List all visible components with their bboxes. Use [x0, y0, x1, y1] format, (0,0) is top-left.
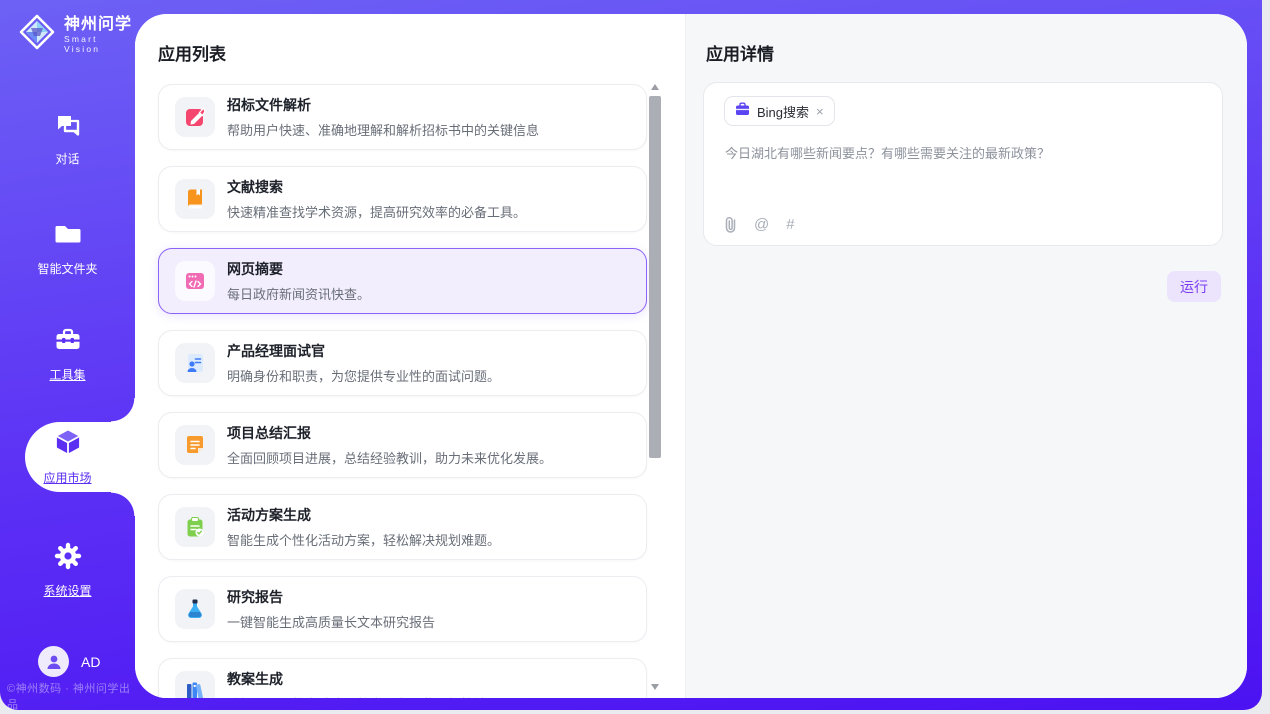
app-name: 教案生成 — [227, 669, 487, 689]
app-card-event-plan[interactable]: 活动方案生成 智能生成个性化活动方案，轻松解决规划难题。 — [158, 494, 647, 560]
prompt-toolbar: @ # — [724, 216, 795, 233]
app-card-literature-search[interactable]: 文献搜索 快速精准查找学术资源，提高研究效率的必备工具。 — [158, 166, 647, 232]
app-description: 全面回顾项目进展，总结经验教训，助力未来优化发展。 — [227, 448, 552, 467]
sidebar-item-label: 智能文件夹 — [37, 260, 97, 277]
tool-tag-bing-search[interactable]: Bing搜索 × — [724, 96, 835, 126]
app-detail-pane: 应用详情 Bing搜索 × 今日湖北有哪些新闻要点？有哪些需要关注的最新政策？ — [685, 14, 1247, 698]
app-list-scrollbar[interactable] — [649, 82, 662, 694]
attachment-icon[interactable] — [724, 216, 737, 233]
hash-icon[interactable]: # — [786, 216, 794, 233]
sidebar-item-label: 系统设置 — [43, 582, 91, 599]
briefcase-icon — [735, 102, 750, 121]
sidebar-item-toolset[interactable]: 工具集 — [0, 326, 135, 383]
app-card-pm-interviewer[interactable]: 产品经理面试官 明确身份和职责，为您提供专业性的面试问题。 — [158, 330, 647, 396]
cube-icon — [53, 427, 83, 462]
app-description: 快速精准查找学术资源，提高研究效率的必备工具。 — [227, 202, 526, 221]
sidebar-item-label: 应用市场 — [43, 469, 91, 486]
pill-fillet-top — [111, 398, 135, 422]
app-card-lesson-plan[interactable]: 教案生成 模板驱动，教案秒成，教学准备从此轻松快捷 — [158, 658, 647, 698]
research-report-icon — [175, 589, 215, 629]
scrollbar-thumb[interactable] — [649, 96, 661, 458]
main-content: 应用列表 招标文件解析 帮助用户快速、准确地理解和解析招标书中的关键信息 — [135, 14, 1247, 698]
app-name: 招标文件解析 — [227, 95, 539, 115]
app-name: 研究报告 — [227, 587, 435, 607]
app-description: 一键智能生成高质量长文本研究报告 — [227, 612, 435, 631]
app-name: 项目总结汇报 — [227, 423, 552, 443]
app-description: 每日政府新闻资讯快查。 — [227, 284, 370, 303]
scroll-down-arrow-icon[interactable] — [651, 684, 659, 690]
app-detail-title: 应用详情 — [706, 40, 774, 65]
pill-fillet-bottom — [111, 492, 135, 516]
close-icon[interactable]: × — [816, 105, 824, 118]
scroll-up-arrow-icon[interactable] — [651, 84, 659, 90]
app-card-project-summary[interactable]: 项目总结汇报 全面回顾项目进展，总结经验教训，助力未来优化发展。 — [158, 412, 647, 478]
sidebar-item-app-market[interactable]: 应用市场 — [0, 427, 135, 486]
app-list-pane: 应用列表 招标文件解析 帮助用户快速、准确地理解和解析招标书中的关键信息 — [135, 14, 685, 698]
event-plan-icon — [175, 507, 215, 547]
app-cards: 招标文件解析 帮助用户快速、准确地理解和解析招标书中的关键信息 文献搜索 — [158, 84, 647, 698]
app-card-research-report[interactable]: 研究报告 一键智能生成高质量长文本研究报告 — [158, 576, 647, 642]
brand-name: 神州问学 — [64, 16, 135, 34]
copyright-footer: ©神州数码 · 神州问学出品 — [7, 680, 135, 712]
app-description: 模板驱动，教案秒成，教学准备从此轻松快捷 — [227, 694, 487, 698]
chat-icon — [54, 110, 82, 143]
avatar — [38, 646, 69, 677]
gear-icon — [54, 542, 82, 575]
app-name: 活动方案生成 — [227, 505, 500, 525]
app-description: 明确身份和职责，为您提供专业性的面试问题。 — [227, 366, 500, 385]
brand-logo: 神州问学 Smart Vision — [18, 13, 135, 56]
sidebar-item-label: 工具集 — [49, 366, 85, 383]
app-list-title: 应用列表 — [158, 40, 226, 65]
sidebar-item-chat[interactable]: 对话 — [0, 110, 135, 167]
run-button[interactable]: 运行 — [1167, 271, 1221, 302]
app-name: 文献搜索 — [227, 177, 526, 197]
user-account[interactable]: AD — [38, 646, 100, 677]
sidebar-item-smart-folder[interactable]: 智能文件夹 — [0, 220, 135, 277]
sidebar: 神州问学 Smart Vision 对话 智 — [0, 0, 135, 710]
tool-tag-label: Bing搜索 — [757, 102, 809, 121]
pm-interviewer-icon — [175, 343, 215, 383]
gem-logo-icon — [18, 13, 56, 56]
bid-document-icon — [175, 97, 215, 137]
app-card-bid-parse[interactable]: 招标文件解析 帮助用户快速、准确地理解和解析招标书中的关键信息 — [158, 84, 647, 150]
brand-tagline: Smart Vision — [64, 34, 135, 54]
mention-icon[interactable]: @ — [754, 216, 769, 233]
app-window-frame: 神州问学 Smart Vision 对话 智 — [0, 0, 1262, 710]
toolbox-icon — [54, 326, 82, 359]
prompt-input[interactable]: 今日湖北有哪些新闻要点？有哪些需要关注的最新政策？ — [725, 145, 1195, 163]
prompt-card: Bing搜索 × 今日湖北有哪些新闻要点？有哪些需要关注的最新政策？ @ # — [703, 82, 1223, 246]
sidebar-item-label: 对话 — [55, 150, 79, 167]
app-name: 网页摘要 — [227, 259, 370, 279]
folder-icon — [54, 220, 82, 253]
app-card-web-summary[interactable]: 网页摘要 每日政府新闻资讯快查。 — [158, 248, 647, 314]
user-initials: AD — [81, 654, 100, 670]
web-summary-icon — [175, 261, 215, 301]
sidebar-item-settings[interactable]: 系统设置 — [0, 542, 135, 599]
app-name: 产品经理面试官 — [227, 341, 500, 361]
project-summary-icon — [175, 425, 215, 465]
lesson-plan-icon — [175, 671, 215, 698]
literature-search-icon — [175, 179, 215, 219]
app-description: 帮助用户快速、准确地理解和解析招标书中的关键信息 — [227, 120, 539, 139]
app-description: 智能生成个性化活动方案，轻松解决规划难题。 — [227, 530, 500, 549]
